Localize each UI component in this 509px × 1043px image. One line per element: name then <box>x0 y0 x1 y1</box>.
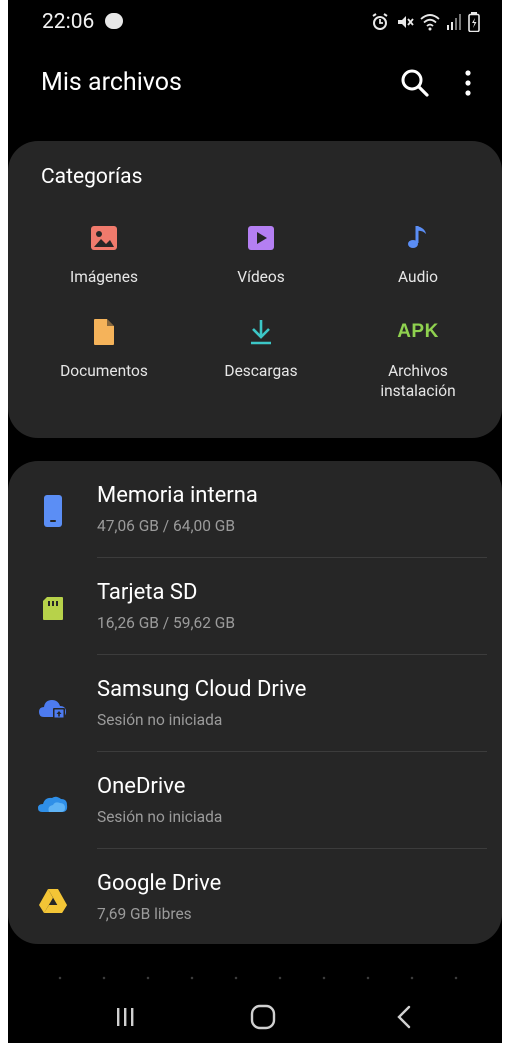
category-install-files[interactable]: APK Archivos instalación <box>338 317 498 401</box>
status-time: 22:06 <box>42 10 95 34</box>
category-documents[interactable]: Documentos <box>24 317 184 381</box>
battery-icon <box>468 12 480 32</box>
storage-name: Memoria interna <box>97 483 258 508</box>
storage-name: OneDrive <box>97 774 186 799</box>
back-icon <box>397 1005 411 1029</box>
categories-title: Categorías <box>41 165 143 189</box>
back-button[interactable] <box>385 1000 425 1034</box>
app-bar: Mis archivos <box>8 50 502 120</box>
document-icon <box>94 319 114 345</box>
phone-storage-icon <box>44 495 62 527</box>
category-label: Descargas <box>224 362 298 380</box>
home-button[interactable] <box>243 1000 283 1034</box>
notification-icon <box>105 13 123 29</box>
download-icon <box>251 320 271 345</box>
recent-apps-icon <box>117 1008 134 1026</box>
apk-icon: APK <box>397 321 439 342</box>
category-audio[interactable]: Audio <box>338 223 498 287</box>
onedrive-icon <box>38 796 68 812</box>
category-images[interactable]: Imágenes <box>24 223 184 287</box>
storage-item-onedrive[interactable]: OneDrive Sesión no iniciada <box>8 752 502 849</box>
category-label: Imágenes <box>70 268 138 286</box>
google-drive-icon <box>39 889 67 913</box>
status-bar: 22:06 <box>8 0 502 50</box>
wifi-icon <box>420 14 440 31</box>
storage-status: Sesión no iniciada <box>97 711 223 729</box>
recent-apps-button[interactable] <box>105 1000 145 1034</box>
home-icon <box>250 1004 276 1030</box>
music-note-icon <box>408 226 426 248</box>
storage-status: Sesión no iniciada <box>97 808 223 826</box>
sd-card-icon <box>43 597 63 620</box>
mute-icon <box>398 16 414 28</box>
categories-card: Categorías Imágenes Vídeos Audio Documen… <box>8 141 502 438</box>
more-options-button[interactable] <box>456 66 480 100</box>
storage-name: Tarjeta SD <box>97 580 198 605</box>
storage-usage: 47,06 GB / 64,00 GB <box>97 517 235 535</box>
storage-card: Memoria interna 47,06 GB / 64,00 GB Tarj… <box>8 461 502 944</box>
status-icons <box>370 12 480 32</box>
category-label: Audio <box>398 268 438 286</box>
signal-icon <box>447 14 461 30</box>
more-vert-icon <box>465 70 471 96</box>
storage-item-sd-card[interactable]: Tarjeta SD 16,26 GB / 59,62 GB <box>8 558 502 655</box>
category-label: Vídeos <box>237 268 285 286</box>
screen: 22:06 Mis archivos Categorías Imágenes V… <box>8 0 502 1043</box>
storage-item-google-drive[interactable]: Google Drive 7,69 GB libres <box>8 849 502 946</box>
search-button[interactable] <box>398 66 432 100</box>
category-downloads[interactable]: Descargas <box>181 317 341 381</box>
alarm-icon <box>372 13 388 30</box>
image-icon <box>91 226 117 250</box>
storage-name: Google Drive <box>97 871 222 896</box>
samsung-cloud-icon <box>39 700 66 719</box>
category-label: Documentos <box>60 362 148 380</box>
search-icon <box>401 69 429 97</box>
storage-item-samsung-cloud[interactable]: Samsung Cloud Drive Sesión no iniciada <box>8 655 502 752</box>
category-videos[interactable]: Vídeos <box>181 223 341 287</box>
scroll-hint <box>38 976 478 980</box>
video-icon <box>248 226 274 250</box>
page-title: Mis archivos <box>41 68 182 97</box>
storage-usage: 16,26 GB / 59,62 GB <box>97 614 235 632</box>
storage-name: Samsung Cloud Drive <box>97 677 307 702</box>
storage-item-internal[interactable]: Memoria interna 47,06 GB / 64,00 GB <box>8 461 502 558</box>
storage-free: 7,69 GB libres <box>97 905 192 923</box>
category-label: Archivos instalación <box>380 362 456 400</box>
navigation-bar <box>8 990 502 1043</box>
